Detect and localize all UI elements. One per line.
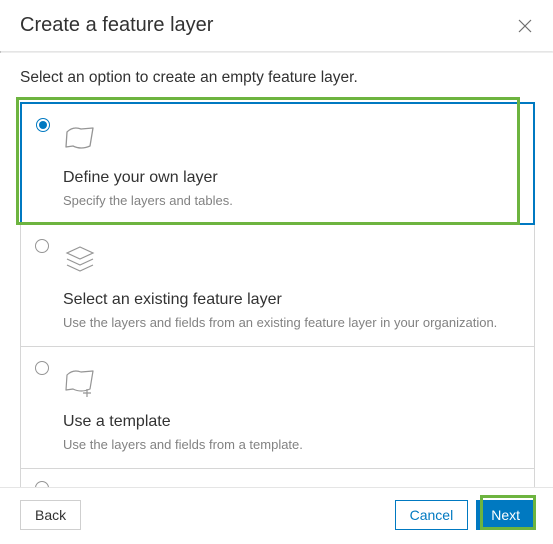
instruction-text: Select an option to create an empty feat…	[20, 69, 535, 87]
radio-template[interactable]	[35, 361, 49, 375]
back-button[interactable]: Back	[20, 500, 81, 530]
cancel-button[interactable]: Cancel	[395, 500, 469, 530]
option-title: Use a template	[63, 413, 516, 431]
option-title: Define your own layer	[63, 169, 516, 187]
footer-right: Cancel Next	[395, 500, 535, 530]
option-existing-layer[interactable]: Select an existing feature layer Use the…	[20, 224, 535, 347]
dialog-footer: Back Cancel Next	[0, 487, 553, 544]
option-list: Define your own layer Specify the layers…	[20, 102, 535, 487]
partial-icon	[63, 483, 516, 487]
dialog-header: Create a feature layer	[0, 0, 553, 51]
layer-icon	[63, 121, 516, 155]
template-icon	[63, 365, 516, 399]
close-button[interactable]	[515, 16, 535, 36]
dialog-title: Create a feature layer	[20, 14, 213, 37]
radio-partial[interactable]	[35, 481, 49, 487]
option-description: Use the layers and fields from an existi…	[63, 315, 516, 330]
option-title: Select an existing feature layer	[63, 291, 516, 309]
layers-stack-icon	[63, 243, 516, 277]
dialog-create-feature-layer: Create a feature layer Select an option …	[0, 0, 553, 544]
radio-existing[interactable]	[35, 239, 49, 253]
option-description: Specify the layers and tables.	[63, 193, 516, 208]
radio-define[interactable]	[36, 118, 50, 132]
option-description: Use the layers and fields from a templat…	[63, 437, 516, 452]
dialog-body: Select an option to create an empty feat…	[0, 53, 553, 487]
next-button[interactable]: Next	[476, 500, 535, 530]
option-partial[interactable]	[20, 468, 535, 487]
close-icon	[517, 18, 533, 34]
option-define-own-layer[interactable]: Define your own layer Specify the layers…	[20, 102, 535, 225]
option-use-template[interactable]: Use a template Use the layers and fields…	[20, 346, 535, 469]
